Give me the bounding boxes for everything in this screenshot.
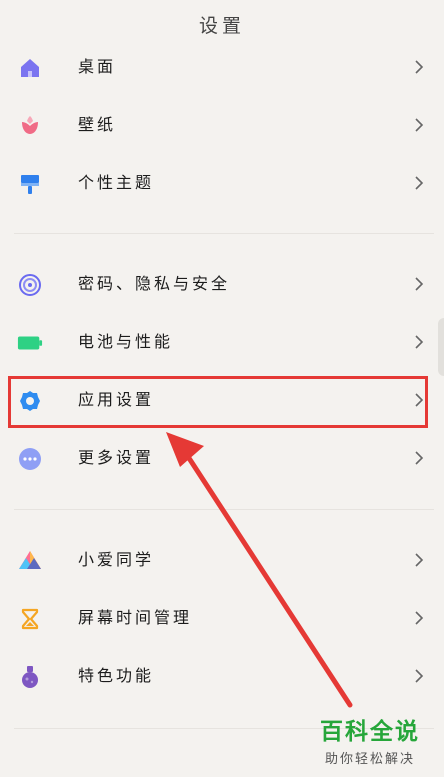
flower-icon bbox=[17, 113, 43, 139]
paint-brush-icon bbox=[17, 171, 43, 197]
settings-item-label: 个性主题 bbox=[78, 173, 155, 192]
settings-item-battery[interactable]: 电池与性能 bbox=[0, 313, 444, 371]
hourglass-icon bbox=[17, 606, 43, 632]
settings-item-label: 应用设置 bbox=[78, 390, 155, 409]
chevron-right-icon bbox=[415, 176, 424, 190]
settings-item-label: 壁纸 bbox=[78, 115, 117, 134]
chevron-right-icon bbox=[415, 611, 424, 625]
settings-item-label: 屏幕时间管理 bbox=[78, 608, 193, 627]
chevron-right-icon bbox=[415, 60, 424, 74]
settings-item-special-features[interactable]: 特色功能 bbox=[0, 647, 444, 705]
chevron-right-icon bbox=[415, 118, 424, 132]
group-divider bbox=[14, 233, 434, 234]
settings-item-theme[interactable]: 个性主题 bbox=[0, 154, 444, 212]
settings-item-xiaoai[interactable]: 小爱同学 bbox=[0, 531, 444, 589]
settings-item-label: 桌面 bbox=[78, 57, 117, 76]
chevron-right-icon bbox=[415, 451, 424, 465]
settings-item-desktop[interactable]: 桌面 bbox=[0, 38, 444, 96]
settings-item-label: 小爱同学 bbox=[78, 550, 155, 569]
settings-item-label: 特色功能 bbox=[78, 666, 155, 685]
chevron-right-icon bbox=[415, 335, 424, 349]
settings-item-label: 更多设置 bbox=[78, 448, 155, 467]
settings-item-wallpaper[interactable]: 壁纸 bbox=[0, 96, 444, 154]
fingerprint-icon bbox=[17, 272, 43, 298]
more-dots-icon bbox=[17, 446, 43, 472]
chevron-right-icon bbox=[415, 393, 424, 407]
home-icon bbox=[17, 55, 43, 81]
settings-item-more-settings[interactable]: 更多设置 bbox=[0, 429, 444, 487]
watermark: 百科全说 助你轻松解决 bbox=[310, 712, 430, 767]
battery-icon bbox=[17, 330, 43, 356]
scroll-indicator[interactable] bbox=[438, 318, 444, 376]
xiaoai-assistant-icon bbox=[17, 548, 43, 574]
watermark-title: 百科全说 bbox=[320, 719, 420, 745]
chevron-right-icon bbox=[415, 277, 424, 291]
watermark-subtitle: 助你轻松解决 bbox=[324, 752, 415, 767]
settings-item-privacy-security[interactable]: 密码、隐私与安全 bbox=[0, 255, 444, 313]
settings-item-label: 密码、隐私与安全 bbox=[78, 274, 231, 293]
settings-item-app-settings[interactable]: 应用设置 bbox=[0, 371, 444, 429]
settings-item-label: 电池与性能 bbox=[78, 332, 174, 351]
gear-icon bbox=[17, 388, 43, 414]
chevron-right-icon bbox=[415, 553, 424, 567]
chevron-right-icon bbox=[415, 669, 424, 683]
flask-icon bbox=[17, 664, 43, 690]
settings-item-screen-time[interactable]: 屏幕时间管理 bbox=[0, 589, 444, 647]
group-divider bbox=[14, 509, 434, 510]
